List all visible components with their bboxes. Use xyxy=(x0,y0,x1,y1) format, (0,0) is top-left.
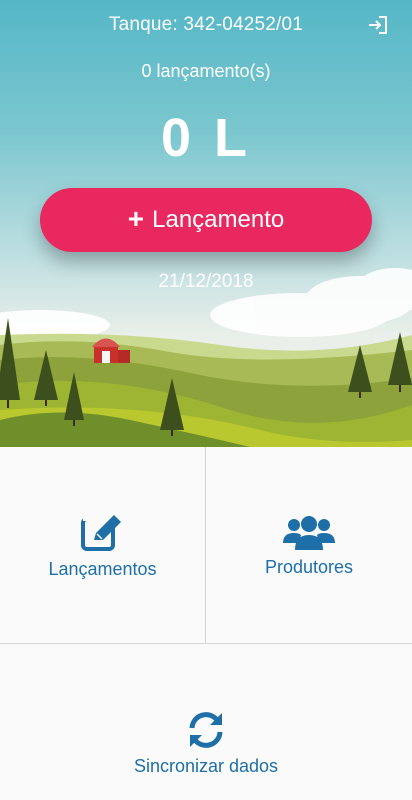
edit-icon xyxy=(80,513,123,551)
launches-tile[interactable]: Lançamentos xyxy=(0,447,205,643)
launch-count: 0 lançamento(s) xyxy=(141,61,271,81)
sync-icon xyxy=(189,712,223,748)
launches-label: Lançamentos xyxy=(48,559,157,579)
add-launch-label: Lançamento xyxy=(152,206,285,233)
sync-tile[interactable]: Sincronizar dados xyxy=(0,644,412,800)
tank-title: Tanque: 342-04252/01 xyxy=(108,14,304,35)
sign-out-icon[interactable] xyxy=(366,13,390,37)
menu-grid: Lançamentos Produtores Sincronizar dados xyxy=(0,447,412,800)
plus-icon: + xyxy=(127,202,145,234)
producers-label: Produtores xyxy=(264,557,354,577)
top-bar: Tanque: 342-04252/01 xyxy=(0,0,412,50)
current-date: 21/12/2018 xyxy=(158,271,254,292)
sync-label: Sincronizar dados xyxy=(133,756,279,776)
hero-banner: Tanque: 342-04252/01 0 lançamento(s) 0 L… xyxy=(0,0,412,447)
volume-total: 0 L xyxy=(160,108,252,168)
add-launch-button[interactable]: + Lançamento xyxy=(40,188,372,252)
users-icon xyxy=(283,516,335,550)
producers-tile[interactable]: Produtores xyxy=(206,447,412,643)
